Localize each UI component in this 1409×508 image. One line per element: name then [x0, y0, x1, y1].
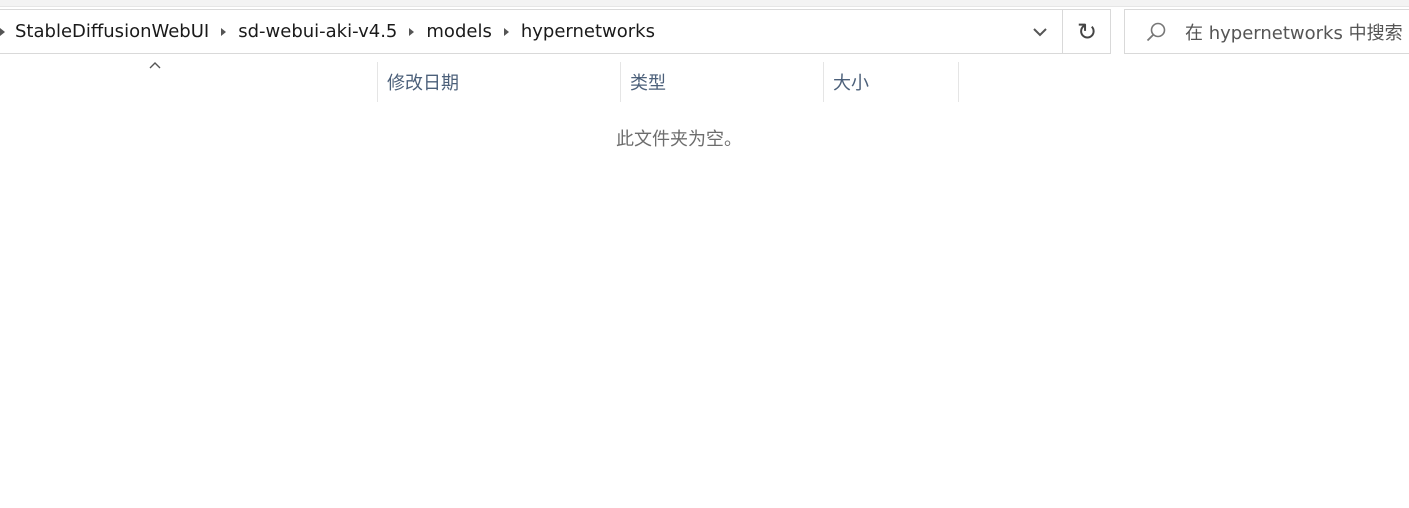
chevron-down-icon: [1033, 27, 1047, 36]
breadcrumb-item-hypernetworks[interactable]: hypernetworks: [521, 21, 655, 42]
search-icon: [1146, 22, 1166, 42]
breadcrumb-separator-icon[interactable]: [221, 27, 227, 36]
refresh-icon: ↻: [1076, 17, 1098, 46]
breadcrumb-item-models[interactable]: models: [426, 21, 491, 42]
column-header-label: 类型: [630, 73, 666, 94]
window-top-strip: [0, 0, 1409, 7]
column-divider[interactable]: [958, 62, 959, 102]
sort-up-icon: [149, 62, 161, 69]
search-box[interactable]: 在 hypernetworks 中搜索: [1124, 9, 1409, 54]
breadcrumb-separator-icon[interactable]: [409, 27, 415, 36]
address-bar[interactable]: StableDiffusionWebUI sd-webui-aki-v4.5 m…: [0, 9, 1111, 54]
empty-folder-message: 此文件夹为空。: [616, 129, 742, 150]
column-header-label: 修改日期: [387, 73, 459, 94]
refresh-button[interactable]: ↻: [1062, 10, 1111, 53]
breadcrumb-item-sd-webui-aki[interactable]: sd-webui-aki-v4.5: [238, 21, 397, 42]
column-header-label: 大小: [833, 73, 869, 94]
recent-locations-button[interactable]: [1018, 10, 1062, 53]
column-header-type[interactable]: 类型: [621, 62, 823, 102]
breadcrumb-separator-icon[interactable]: [503, 27, 509, 36]
breadcrumb-item-stablediffusionwebui[interactable]: StableDiffusionWebUI: [15, 21, 209, 42]
breadcrumb-separator-icon[interactable]: [0, 27, 5, 36]
search-input[interactable]: 在 hypernetworks 中搜索: [1185, 10, 1403, 53]
column-header-modified-date[interactable]: 修改日期: [378, 62, 620, 102]
column-header-size[interactable]: 大小: [824, 62, 958, 102]
breadcrumb: StableDiffusionWebUI sd-webui-aki-v4.5 m…: [0, 10, 655, 53]
